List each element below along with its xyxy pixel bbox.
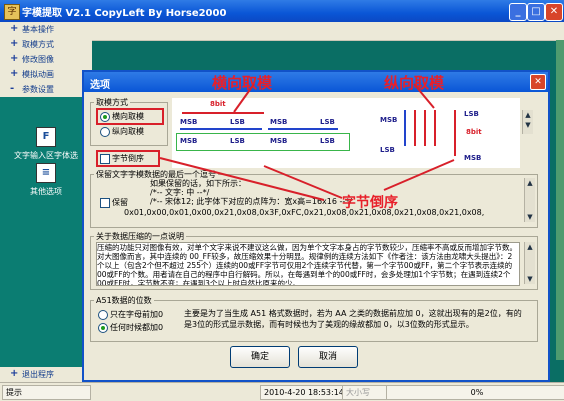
status-progress: 0% bbox=[386, 385, 564, 400]
tools-panel: F 文字输入区字体选 ≡ 其他选项 bbox=[0, 97, 92, 373]
expand-icon[interactable]: + bbox=[10, 53, 18, 64]
font-icon: F bbox=[36, 127, 56, 147]
other-options-tool[interactable]: ≡ 其他选项 bbox=[8, 163, 84, 197]
app-icon: 字 bbox=[4, 4, 20, 20]
status-bar: 提示 2010-4-20 18:53:14 大小写 0% bbox=[0, 382, 564, 401]
expand-icon[interactable]: + bbox=[10, 368, 18, 379]
expand-icon[interactable]: - bbox=[10, 83, 14, 94]
tool-label: 文字输入区字体选 bbox=[14, 151, 78, 160]
options-dialog: 选项 横向取模 纵向取模 ✕ 取模方式 横向取模 纵向取模 字节倒序 8bit … bbox=[82, 70, 550, 382]
pixel-grid[interactable] bbox=[556, 40, 564, 360]
sidebar-item-label: 模拟动画 bbox=[22, 70, 54, 79]
arrow-line bbox=[383, 159, 455, 191]
minimize-button[interactable]: _ bbox=[509, 3, 527, 21]
font-tool[interactable]: F 文字输入区字体选 bbox=[8, 127, 84, 161]
tool-label: 其他选项 bbox=[30, 187, 62, 196]
document-icon: ≡ bbox=[36, 163, 56, 183]
sidebar-item-label: 修改图像 bbox=[22, 55, 54, 64]
status-datetime: 2010-4-20 18:53:14 bbox=[260, 385, 343, 400]
status-hint: 提示 bbox=[2, 385, 91, 400]
sidebar-item-label: 基本操作 bbox=[22, 25, 54, 34]
arrow-line bbox=[233, 83, 255, 113]
sidebar-item-edit-image[interactable]: + 修改图像 bbox=[0, 52, 92, 68]
arrow-line bbox=[263, 165, 343, 199]
sidebar-item-label: 退出程序 bbox=[22, 370, 54, 379]
maximize-button[interactable]: □ bbox=[527, 3, 545, 21]
sidebar-item-basic[interactable]: + 基本操作 bbox=[0, 22, 92, 38]
annotation-arrows bbox=[159, 83, 455, 201]
status-caps: 大小写 bbox=[342, 385, 387, 400]
window-titlebar: 字 字模提取 V2.1 CopyLeft By Horse2000 _ □ ✕ bbox=[0, 0, 564, 22]
arrow-line bbox=[413, 83, 435, 109]
sidebar-item-animation[interactable]: + 模拟动画 bbox=[0, 67, 92, 83]
sidebar-item-mode[interactable]: + 取模方式 bbox=[0, 37, 92, 53]
sidebar-item-params[interactable]: - 参数设置 bbox=[0, 82, 92, 98]
expand-icon[interactable]: + bbox=[10, 38, 18, 49]
toolbar-strip bbox=[92, 22, 564, 41]
expand-icon[interactable]: + bbox=[10, 68, 18, 79]
sidebar-item-exit[interactable]: + 退出程序 bbox=[0, 367, 92, 383]
window-title: 字模提取 V2.1 CopyLeft By Horse2000 bbox=[22, 8, 227, 19]
close-button[interactable]: ✕ bbox=[545, 3, 563, 21]
sidebar-item-label: 取模方式 bbox=[22, 40, 54, 49]
sidebar: + 基本操作 + 取模方式 + 修改图像 + 模拟动画 - 参数设置 F 文字输… bbox=[0, 22, 92, 383]
expand-icon[interactable]: + bbox=[10, 23, 18, 34]
sidebar-item-label: 参数设置 bbox=[22, 85, 54, 94]
arrow-line bbox=[159, 157, 325, 201]
